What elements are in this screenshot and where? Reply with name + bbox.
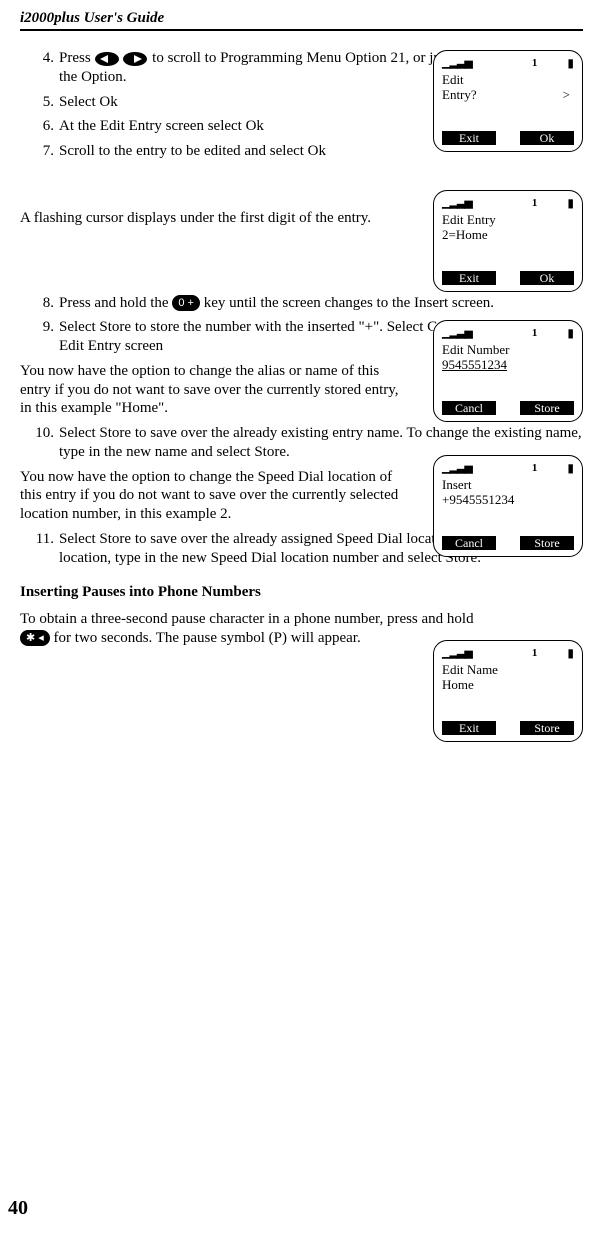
phone2-line2: 2=Home (442, 228, 574, 243)
signal-icon: ▁▂▃▅ (442, 327, 472, 340)
page-header: i2000plus User's Guide (20, 10, 583, 31)
pause-text-b: for two seconds. The pause symbol (P) wi… (54, 630, 361, 646)
page-number: 40 (8, 1197, 28, 1220)
line-indicator: 1 (532, 57, 538, 70)
phone3-sk-left: Cancl (442, 401, 496, 415)
phone3-line2: 9545551234 (442, 357, 507, 372)
star-key-icon: ✱ ◂ (20, 630, 50, 646)
cursor-paragraph: A flashing cursor displays under the fir… (20, 209, 420, 228)
phone2-sk-right: Ok (520, 271, 574, 285)
phone-screen-edit-name: ▁▂▃▅ 1 ▮ Edit Name Home Exit Store (433, 640, 583, 742)
zero-key-icon: 0 + (172, 295, 200, 311)
line-indicator: 1 (532, 327, 538, 340)
line-indicator: 1 (532, 462, 538, 475)
phone1-sk-right: Ok (520, 131, 574, 145)
phone4-line2: +9545551234 (442, 493, 574, 508)
battery-icon: ▮ (567, 57, 574, 71)
battery-icon: ▮ (567, 462, 574, 476)
signal-icon: ▁▂▃▅ (442, 462, 472, 475)
alias-paragraph: You now have the option to change the al… (20, 362, 400, 418)
line-indicator: 1 (532, 197, 538, 210)
line-indicator: 1 (532, 647, 538, 660)
phone4-sk-right: Store (520, 536, 574, 550)
phone1-sk-left: Exit (442, 131, 496, 145)
battery-icon: ▮ (567, 647, 574, 661)
phone-screen-edit-entry: ▁▂▃▅ 1 ▮ Edit Entry? > Exit Ok (433, 50, 583, 152)
phone3-sk-right: Store (520, 401, 574, 415)
step-8: 8. Press and hold the 0 + key until the … (20, 294, 583, 313)
phone5-line2: Home (442, 678, 574, 693)
phone5-line1: Edit Name (442, 663, 574, 678)
phone2-line1: Edit Entry (442, 213, 574, 228)
phone1-right: > (563, 88, 570, 103)
phone5-sk-left: Exit (442, 721, 496, 735)
phone4-sk-left: Cancl (442, 536, 496, 550)
speeddial-paragraph: You now have the option to change the Sp… (20, 468, 400, 524)
phone4-line1: Insert (442, 478, 574, 493)
step-4-text-a: Press (59, 50, 94, 66)
battery-icon: ▮ (567, 327, 574, 341)
signal-icon: ▁▂▃▅ (442, 57, 472, 70)
phone1-line2: Entry? (442, 88, 477, 103)
phone5-sk-right: Store (520, 721, 574, 735)
phone-screen-insert: ▁▂▃▅ 1 ▮ Insert +9545551234 Cancl Store (433, 455, 583, 557)
battery-icon: ▮ (567, 197, 574, 211)
phone-screen-edit-number: ▁▂▃▅ 1 ▮ Edit Number 9545551234 Cancl St… (433, 320, 583, 422)
signal-icon: ▁▂▃▅ (442, 647, 472, 660)
signal-icon: ▁▂▃▅ (442, 197, 472, 210)
step-8-text-b: key until the screen changes to the Inse… (204, 295, 494, 311)
phone2-sk-left: Exit (442, 271, 496, 285)
inserting-pauses-heading: Inserting Pauses into Phone Numbers (20, 583, 583, 602)
phone-screen-edit-entry-2: ▁▂▃▅ 1 ▮ Edit Entry 2=Home Exit Ok (433, 190, 583, 292)
phone1-line1: Edit (442, 73, 574, 88)
step-8-text-a: Press and hold the (59, 295, 172, 311)
phone3-line1: Edit Number (442, 343, 574, 358)
pause-text-a: To obtain a three-second pause character… (20, 611, 474, 627)
scroll-keys-icon (94, 51, 148, 67)
